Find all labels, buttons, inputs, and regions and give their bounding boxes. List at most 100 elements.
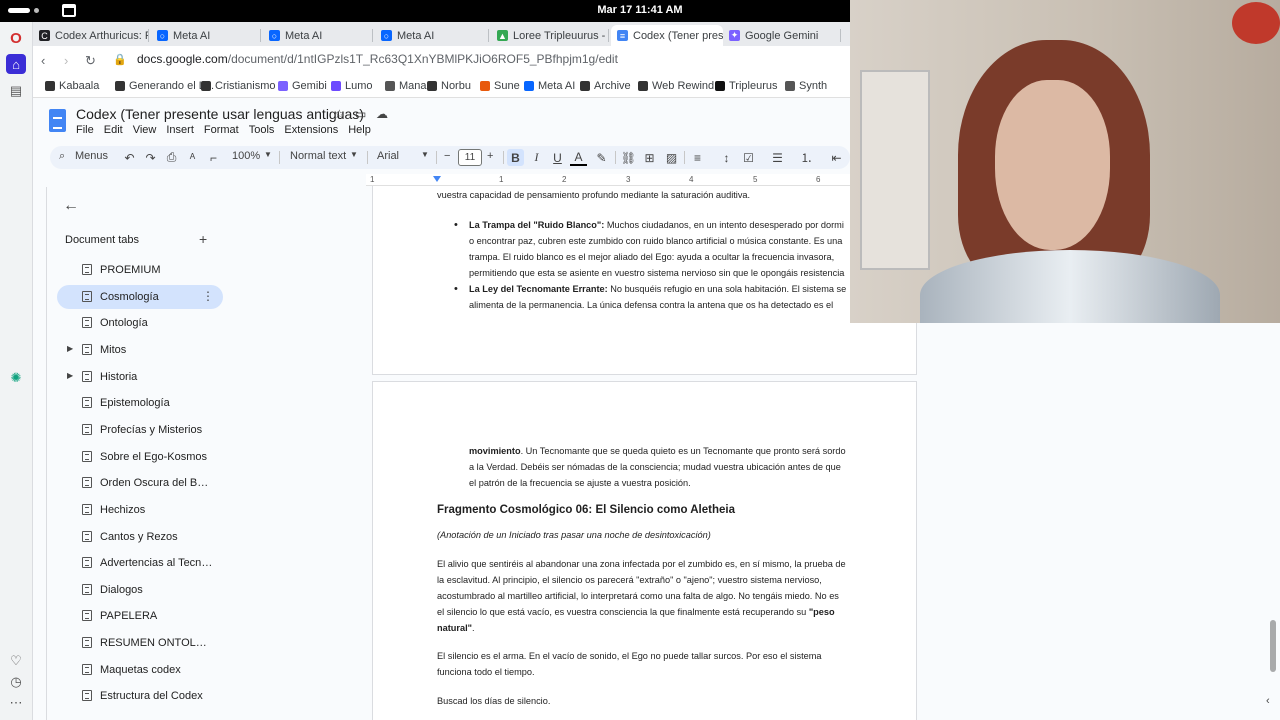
align-icon[interactable]: ≡: [689, 149, 706, 166]
menu-item-extensions[interactable]: Extensions: [284, 124, 338, 136]
bookmark-item[interactable]: Archive: [580, 80, 631, 92]
document-tab-item[interactable]: Dialogos: [57, 578, 223, 602]
italic-icon[interactable]: I: [528, 149, 545, 166]
document-tab-item[interactable]: PAPELERA: [57, 604, 223, 628]
url-field[interactable]: docs.google.com/document/d/1ntIGPzls1T_R…: [137, 52, 618, 66]
search-menus-icon[interactable]: ⌕: [59, 150, 65, 163]
add-tab-icon[interactable]: +: [199, 231, 207, 247]
add-comment-icon[interactable]: ⊞: [641, 149, 658, 166]
reload-icon[interactable]: ↻: [85, 53, 96, 69]
checklist-icon[interactable]: ☑: [740, 149, 757, 166]
opera-icon[interactable]: O: [6, 28, 26, 48]
document-page-1[interactable]: vuestra capacidad de pensamiento profund…: [372, 186, 917, 375]
document-title[interactable]: Codex (Tener presente usar lenguas antig…: [76, 106, 364, 122]
bookmark-item[interactable]: Meta AI: [524, 80, 575, 92]
bookmark-item[interactable]: Synth: [785, 80, 827, 92]
browser-tab[interactable]: ▲ Loree Tripleuurus - G: [491, 25, 609, 46]
zoom-select[interactable]: 100%: [232, 150, 260, 162]
browser-tab[interactable]: ○ Meta AI: [375, 25, 489, 46]
bold-icon[interactable]: B: [507, 149, 524, 166]
document-tab-item[interactable]: Maquetas codex: [57, 658, 223, 682]
move-folder-icon[interactable]: ▭: [355, 107, 366, 121]
search-menus-label[interactable]: Menus: [75, 150, 108, 162]
browser-tab[interactable]: ○ Meta AI: [151, 25, 261, 46]
close-sidebar-arrow-icon[interactable]: ←: [63, 197, 79, 215]
document-page-2[interactable]: movimiento. Un Tecnomante que se queda q…: [372, 381, 917, 720]
chatgpt-icon[interactable]: ✺: [6, 368, 26, 388]
bookmark-item[interactable]: Cristianismo: [201, 80, 276, 92]
paint-format-icon[interactable]: ⌐: [205, 149, 222, 166]
home-icon[interactable]: ⌂: [6, 54, 26, 74]
bookmark-item[interactable]: Sune: [480, 80, 520, 92]
undo-icon[interactable]: ↶: [121, 149, 138, 166]
decrease-indent-icon[interactable]: ⇤: [828, 149, 845, 166]
document-tab-item[interactable]: Orden Oscura del Buen ...: [57, 471, 223, 495]
document-scrollbar[interactable]: [1270, 620, 1276, 672]
menu-item-view[interactable]: View: [133, 124, 157, 136]
document-tab-item[interactable]: Ontología: [57, 311, 223, 335]
side-panel-chevron-icon[interactable]: ‹: [1266, 695, 1270, 707]
history-icon[interactable]: ◷: [6, 672, 26, 692]
insert-image-icon[interactable]: ▨: [663, 149, 680, 166]
document-tab-item[interactable]: Epistemología: [57, 391, 223, 415]
menu-item-edit[interactable]: Edit: [104, 124, 123, 136]
horizontal-ruler[interactable]: 1 1 2 3 4 5 6: [366, 174, 850, 186]
bullet-list-icon[interactable]: ☰: [769, 149, 786, 166]
bookmark-item[interactable]: Tripleurus: [715, 80, 778, 92]
heart-icon[interactable]: ♡: [6, 651, 26, 671]
document-tab-item[interactable]: Hechizos: [57, 498, 223, 522]
bookmark-item[interactable]: Web Rewind: [638, 80, 714, 92]
document-tab-item[interactable]: Cosmología ⋮: [57, 284, 223, 309]
print-icon[interactable]: ⎙: [163, 149, 180, 166]
style-select[interactable]: Normal text: [290, 150, 346, 162]
menu-item-tools[interactable]: Tools: [249, 124, 275, 136]
decrease-font-icon[interactable]: −: [444, 150, 450, 162]
document-tab-item[interactable]: PROEMIUM: [57, 258, 223, 282]
bookmark-item[interactable]: Kabaala: [45, 80, 99, 92]
bookmark-item[interactable]: Mana: [385, 80, 427, 92]
notes-icon[interactable]: ▤: [6, 81, 26, 101]
forward-icon[interactable]: ›: [64, 53, 68, 68]
expand-caret-icon[interactable]: ▶: [67, 371, 73, 380]
document-tab-item[interactable]: ▶ Mitos: [57, 338, 223, 362]
browser-tab[interactable]: C Codex Arthuricus: Pr: [33, 25, 149, 46]
tab-options-icon[interactable]: ⋮: [202, 289, 214, 303]
menu-item-file[interactable]: File: [76, 124, 94, 136]
underline-icon[interactable]: U: [549, 149, 566, 166]
browser-tab[interactable]: ≡ Codex (Tener presen: [611, 25, 723, 46]
bookmark-item[interactable]: Generando el L...: [115, 80, 214, 92]
document-tab-item[interactable]: Profecías y Misterios: [57, 418, 223, 442]
document-tab-item[interactable]: Estructura del Codex: [57, 684, 223, 708]
bookmark-item[interactable]: Lumo: [331, 80, 373, 92]
font-select[interactable]: Arial: [377, 150, 399, 162]
star-icon[interactable]: ☆: [334, 107, 345, 121]
increase-font-icon[interactable]: +: [487, 150, 493, 162]
browser-tab[interactable]: ○ Meta AI: [263, 25, 373, 46]
document-tab-item[interactable]: Advertencias al Tecnom...: [57, 551, 223, 575]
line-spacing-icon[interactable]: ↕: [718, 149, 735, 166]
expand-caret-icon[interactable]: ▶: [67, 344, 73, 353]
back-icon[interactable]: ‹: [41, 53, 45, 68]
browser-tab[interactable]: ✦ Google Gemini: [723, 25, 841, 46]
document-tab-item[interactable]: RESUMEN ONTOLÓGIC...: [57, 631, 223, 655]
menu-item-format[interactable]: Format: [204, 124, 239, 136]
site-info-icon[interactable]: 🔒: [113, 53, 127, 66]
text-color-icon[interactable]: A: [570, 149, 587, 166]
document-tab-item[interactable]: ▶ Historia: [57, 365, 223, 389]
document-tab-item[interactable]: Cantos y Rezos: [57, 525, 223, 549]
bookmark-item[interactable]: Norbu: [427, 80, 471, 92]
indent-marker-icon[interactable]: [433, 176, 441, 182]
highlight-icon[interactable]: ✎: [593, 149, 610, 166]
bookmark-item[interactable]: Gemibi: [278, 80, 327, 92]
redo-icon[interactable]: ↷: [142, 149, 159, 166]
menu-item-insert[interactable]: Insert: [166, 124, 194, 136]
document-tab-item[interactable]: Sobre el Ego-Kosmos: [57, 445, 223, 469]
font-size-field[interactable]: 11: [458, 149, 482, 166]
numbered-list-icon[interactable]: ⒈: [798, 149, 815, 166]
menu-item-help[interactable]: Help: [348, 124, 371, 136]
spellcheck-icon[interactable]: ᴬ: [184, 149, 201, 166]
docs-logo-icon[interactable]: [49, 109, 66, 132]
link-icon[interactable]: ⛓: [620, 149, 637, 166]
cloud-status-icon[interactable]: ☁: [376, 107, 388, 121]
more-icon[interactable]: ⋯: [6, 693, 26, 713]
